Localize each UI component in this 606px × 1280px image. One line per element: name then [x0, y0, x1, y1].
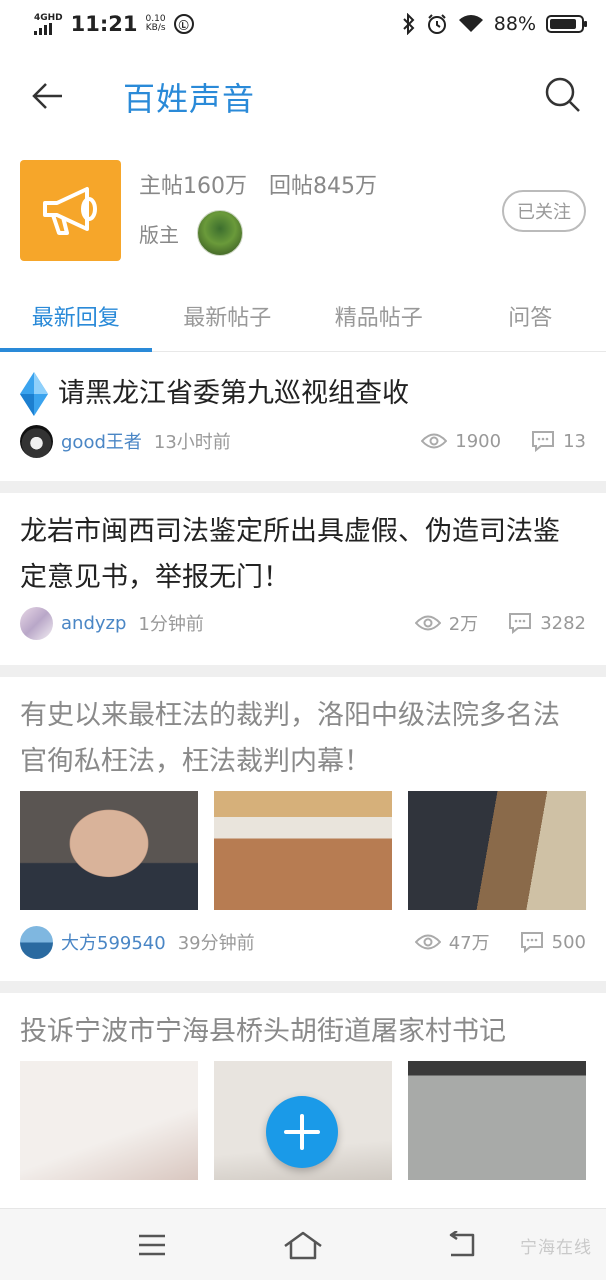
- divider: [0, 665, 606, 677]
- diamond-icon: [20, 372, 48, 416]
- reply-count: 回帖845万: [269, 174, 377, 199]
- divider: [0, 481, 606, 493]
- back-nav-button[interactable]: [440, 1225, 484, 1265]
- eye-icon: [414, 615, 441, 631]
- forum-logo: [20, 160, 121, 261]
- system-nav-bar: 宁海在线: [0, 1208, 606, 1280]
- home-icon: [284, 1231, 322, 1260]
- alarm-icon: [427, 14, 446, 34]
- app-header: 百姓声音: [0, 56, 606, 136]
- comment-icon: [532, 431, 555, 452]
- post-title: 有史以来最枉法的裁判，洛阳中级法院多名法官徇私枉法，枉法裁判内幕！: [20, 700, 560, 777]
- post-author[interactable]: 大方599540: [61, 929, 166, 955]
- tab-latest-posts[interactable]: 最新帖子: [152, 288, 304, 351]
- bluetooth-icon: [403, 13, 415, 35]
- post-image[interactable]: [214, 791, 392, 910]
- comment-count: 3282: [540, 612, 586, 634]
- view-count: 2万: [448, 614, 479, 635]
- tab-qa[interactable]: 问答: [455, 288, 606, 351]
- post-title: 龙岩市闽西司法鉴定所出具虚假、伪造司法鉴定意见书，举报无门！: [20, 516, 560, 593]
- post-time: 13小时前: [153, 432, 231, 453]
- notification-icon: Ⓛ: [173, 14, 194, 34]
- wifi-icon: [458, 15, 483, 32]
- post-item[interactable]: 有史以来最枉法的裁判，洛阳中级法院多名法官徇私枉法，枉法裁判内幕！ 大方5995…: [0, 677, 606, 981]
- back-button[interactable]: [28, 76, 68, 116]
- search-button[interactable]: [542, 74, 584, 116]
- post-image[interactable]: [20, 791, 198, 910]
- signal-icon: 4GHD: [34, 12, 63, 35]
- arrow-left-icon: [32, 83, 62, 109]
- post-meta: good王者 13小时前 1900 13: [20, 419, 586, 463]
- network-type: 4GHD: [34, 12, 63, 23]
- search-icon: [545, 77, 580, 112]
- menu-button[interactable]: [130, 1225, 174, 1265]
- eye-icon: [414, 934, 441, 950]
- moderator-avatar[interactable]: [197, 210, 243, 256]
- post-image[interactable]: [20, 1061, 198, 1180]
- eye-icon: [421, 433, 448, 449]
- post-meta: andyzp 1分钟前 2万 3282: [20, 601, 586, 645]
- post-title: 请黑龙江省委第九巡视组查收: [58, 378, 409, 409]
- comment-icon: [520, 932, 543, 953]
- main-post-count: 主帖160万: [139, 174, 247, 199]
- avatar[interactable]: [20, 925, 53, 959]
- battery-icon: [546, 15, 587, 33]
- post-meta: 大方599540 39分钟前 47万 500: [20, 920, 586, 964]
- post-image[interactable]: [408, 1061, 586, 1180]
- moderator-row: 版主: [139, 210, 243, 256]
- post-item[interactable]: 请黑龙江省委第九巡视组查收 good王者 13小时前 1900 13: [0, 353, 606, 481]
- watermark: 宁海在线: [520, 1238, 592, 1258]
- home-button[interactable]: [281, 1225, 325, 1265]
- post-author[interactable]: good王者: [61, 428, 142, 454]
- comment-count: 13: [563, 430, 586, 452]
- avatar[interactable]: [20, 606, 53, 640]
- moderator-label: 版主: [139, 222, 179, 247]
- divider: [0, 981, 606, 993]
- forum-info: 主帖160万 回帖845万 版主 已关注: [20, 160, 586, 262]
- post-author[interactable]: andyzp: [61, 613, 126, 634]
- post-time: 39分钟前: [177, 933, 255, 954]
- plus-icon: [284, 1114, 320, 1150]
- view-count: 47万: [448, 933, 490, 954]
- follow-button[interactable]: 已关注: [502, 190, 586, 232]
- avatar[interactable]: [20, 424, 53, 458]
- status-bar: 4GHD 11:21 0.10 KB/s Ⓛ 88%: [0, 0, 606, 48]
- battery-percent: 88%: [493, 13, 536, 35]
- tab-bar: 最新回复 最新帖子 精品帖子 问答: [0, 288, 606, 352]
- new-post-button[interactable]: [266, 1096, 338, 1168]
- post-feed: 请黑龙江省委第九巡视组查收 good王者 13小时前 1900 13 龙岩市闽西…: [0, 353, 606, 1213]
- net-speed: 0.10 KB/s: [145, 14, 166, 33]
- comment-count: 500: [551, 931, 586, 953]
- megaphone-icon: [42, 186, 97, 235]
- page-title: 百姓声音: [123, 80, 256, 118]
- tab-latest-replies[interactable]: 最新回复: [0, 288, 152, 352]
- post-time: 1分钟前: [138, 614, 204, 635]
- comment-icon: [509, 613, 532, 634]
- return-icon: [449, 1231, 475, 1257]
- clock: 11:21: [70, 12, 138, 36]
- view-count: 1900: [455, 430, 502, 452]
- post-images: [20, 791, 586, 910]
- tab-featured-posts[interactable]: 精品帖子: [303, 288, 455, 351]
- post-item[interactable]: 龙岩市闽西司法鉴定所出具虚假、伪造司法鉴定意见书，举报无门！ andyzp 1分…: [0, 493, 606, 665]
- menu-icon: [139, 1234, 165, 1256]
- post-image[interactable]: [408, 791, 586, 910]
- forum-stats: 主帖160万 回帖845万: [139, 168, 377, 200]
- post-title: 投诉宁波市宁海县桥头胡街道屠家村书记: [20, 1016, 506, 1047]
